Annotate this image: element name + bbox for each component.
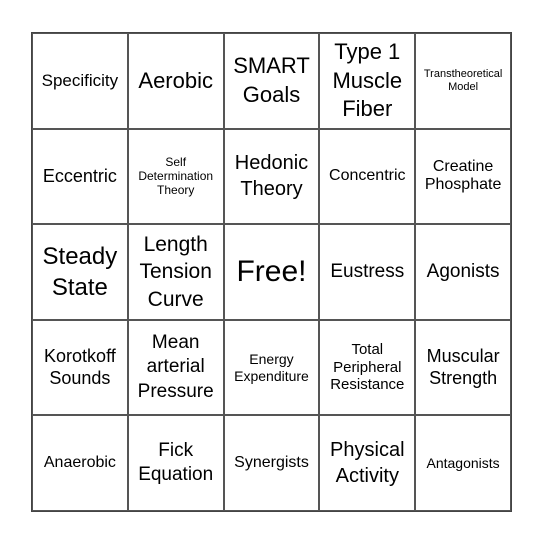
bingo-cell[interactable]: Concentric [319,128,416,225]
cell-label: Eustress [330,260,405,282]
cell-label: SMART Goals [233,53,310,107]
cell-label: Korotkoff Sounds [44,346,116,388]
bingo-cell[interactable]: Agonists [415,224,511,320]
bingo-cell[interactable]: Fick Equation [127,415,224,511]
cell-label: Synergists [234,453,309,471]
bingo-cell[interactable]: Korotkoff Sounds [32,319,128,416]
cell-label: Fick Equation [138,439,214,486]
bingo-cell[interactable]: Hedonic Theory [223,128,320,225]
bingo-cell[interactable]: Steady State [32,224,128,320]
cell-label: Total Peripheral Resistance [330,341,405,394]
cell-label: Self Determination Theory [138,155,214,198]
cell-label: Transtheoretical Model [423,67,503,93]
cell-label: Muscular Strength [426,346,500,388]
cell-label: Aerobic [138,67,213,93]
bingo-cell[interactable]: Eustress [319,224,416,320]
cell-label: Specificity [41,70,119,90]
bingo-cell[interactable]: Length Tension Curve [127,224,224,320]
bingo-card: Specificity Aerobic SMART Goals Type 1 Musc… [31,32,512,512]
bingo-cell[interactable]: Synergists [223,415,320,511]
bingo-cell[interactable]: Creatine Phosphate [415,128,511,225]
bingo-cell[interactable]: Mean arterial Pressure [127,319,224,416]
bingo-cell[interactable]: Anaerobic [32,415,128,511]
bingo-cell[interactable]: Specificity [32,33,128,129]
bingo-cell[interactable]: Total Peripheral Resistance [319,319,416,416]
bingo-cell[interactable]: Physical Activity [319,415,416,511]
bingo-cell[interactable]: Type 1 Muscle Fiber [319,33,416,129]
bingo-cell[interactable]: Energy Expenditure [223,319,320,416]
bingo-cell[interactable]: Self Determination Theory [127,128,224,225]
cell-label: Eccentric [42,165,117,186]
cell-label: Free! [236,255,307,289]
cell-label: Creatine Phosphate [424,157,502,194]
bingo-cell[interactable]: Antagonists [415,415,511,511]
cell-label: Energy Expenditure [234,351,309,384]
cell-label: Concentric [329,166,406,184]
cell-label: Hedonic Theory [234,152,309,201]
cell-label: Antagonists [426,454,500,471]
bingo-cell[interactable]: SMART Goals [223,33,320,129]
cell-label: Physical Activity [330,439,405,488]
cell-label: Length Tension Curve [139,233,212,311]
bingo-cell[interactable]: Transtheoretical Model [415,33,511,129]
free-space-cell[interactable]: Free! [223,224,320,320]
bingo-cell[interactable]: Muscular Strength [415,319,511,416]
bingo-cell[interactable]: Eccentric [32,128,128,225]
cell-label: Steady State [42,242,118,301]
cell-label: Anaerobic [43,453,116,471]
cell-label: Mean arterial Pressure [137,331,214,402]
bingo-cell[interactable]: Aerobic [127,33,224,129]
cell-label: Type 1 Muscle Fiber [332,38,403,122]
cell-label: Agonists [426,260,500,282]
